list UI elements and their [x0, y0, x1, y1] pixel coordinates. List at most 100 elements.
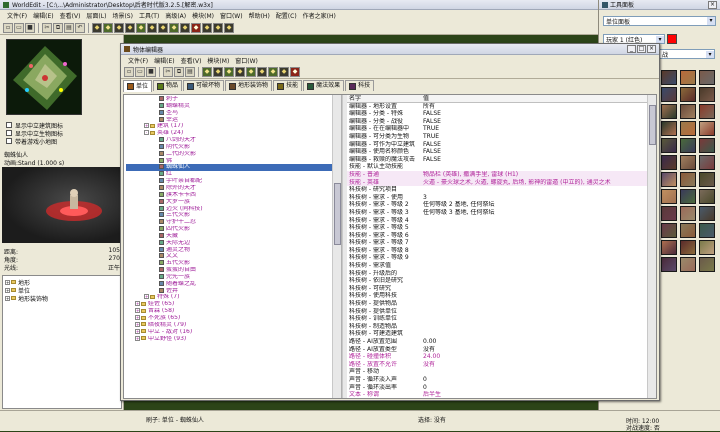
palette-type-select[interactable]: 单位面板 ▾ — [603, 16, 716, 26]
expand-icon[interactable]: + — [144, 123, 149, 129]
property-row[interactable]: 编辑器 - 在在编辑器中 TRUE — [347, 125, 647, 133]
trigger-editor-icon[interactable]: ◆ — [213, 66, 223, 77]
oe-menu-item[interactable]: 模块(M) — [204, 56, 232, 65]
property-row[interactable]: 技能 - 普通 物品栏 (英雄), 撒满手里, 雷球 (H1) — [347, 170, 647, 179]
object-tree-item[interactable]: 迈火 (同科技) — [126, 205, 332, 213]
minimize-button[interactable]: _ — [627, 45, 636, 53]
object-tree-item[interactable]: 阴代火影 — [126, 143, 332, 151]
object-editor-icon[interactable]: ◆ — [235, 66, 245, 77]
property-row[interactable]: 编辑器 - 分类 - 战役 FALSE — [347, 118, 647, 126]
menu-item[interactable]: 高级(A) — [162, 11, 189, 20]
unit-tile[interactable] — [680, 70, 696, 85]
object-tree-item[interactable]: 三代火影 — [126, 212, 332, 219]
unit-tile[interactable] — [699, 223, 715, 238]
object-tree-item[interactable]: + 晋森 (58) — [126, 308, 332, 315]
unit-tile[interactable] — [699, 104, 715, 119]
save-icon[interactable]: ■ — [25, 22, 35, 33]
property-row[interactable]: 科技树 - 需求值 — [347, 262, 647, 270]
menu-item[interactable]: 场景(S) — [109, 11, 136, 20]
unit-tile[interactable] — [680, 206, 696, 221]
unit-tile[interactable] — [699, 87, 715, 102]
oe-menu-item[interactable]: 编辑(E) — [151, 56, 177, 65]
property-row[interactable]: 科技树 - 制造物品 — [347, 323, 647, 331]
property-row[interactable]: 科技树 - 可研究 — [347, 285, 647, 293]
property-row[interactable]: 科技树 - 需求 - 等级 9 — [347, 254, 647, 262]
object-tree-item[interactable]: 文文 — [126, 253, 332, 260]
unit-tile[interactable] — [661, 223, 677, 238]
object-tree-item[interactable]: + 娃佐 (65) — [126, 301, 332, 308]
unit-tile[interactable] — [680, 257, 696, 272]
test-map-icon[interactable]: ◆ — [191, 22, 201, 33]
expand-icon[interactable]: + — [135, 308, 140, 314]
object-tree-item[interactable]: + 不死族 (65) — [126, 315, 332, 322]
checkbox-row[interactable]: 带着游戏小地图 — [6, 137, 63, 146]
tab-item[interactable]: 物品 — [153, 80, 183, 91]
object-tree-item[interactable]: 红 — [126, 171, 332, 178]
menu-item[interactable]: 查看(V) — [57, 11, 84, 20]
property-row[interactable]: 科技树 - 需求 - 等级 5 — [347, 224, 647, 232]
oe-menu-item[interactable]: 查看(V) — [178, 56, 205, 65]
unit-tile[interactable] — [661, 189, 677, 204]
unit-tile[interactable] — [680, 155, 696, 170]
ai-editor-icon[interactable]: ◆ — [158, 22, 168, 33]
object-tree-item[interactable]: + 暗夜精灵 (79) — [126, 321, 332, 329]
property-row[interactable]: 科技树 - 需求 - 等级 2 任何等级 2 基地, 任何祭坛 — [347, 201, 647, 209]
campaign-editor-icon[interactable]: ◆ — [147, 22, 157, 33]
checkbox[interactable] — [6, 138, 12, 144]
menu-item[interactable]: 编辑(E) — [30, 11, 56, 20]
unit-tile[interactable] — [661, 121, 677, 136]
close-button[interactable]: × — [647, 45, 656, 53]
cut-icon[interactable]: ✂ — [42, 22, 52, 33]
grid-scrollbar[interactable] — [647, 95, 656, 398]
unit-tile[interactable] — [661, 172, 677, 187]
property-row[interactable]: 科技树 - 提供单位 — [347, 308, 647, 316]
unit-tile[interactable] — [680, 223, 696, 238]
property-row[interactable]: 科技树 - 需求 - 等级 8 — [347, 247, 647, 255]
tree-scroll-thumb[interactable] — [334, 183, 341, 245]
menu-item[interactable]: 帮助(H) — [246, 11, 273, 20]
import-manager-icon[interactable]: ◆ — [180, 22, 190, 33]
unit-tile[interactable] — [699, 138, 715, 153]
unit-tile[interactable] — [699, 206, 715, 221]
terrain-editor-icon[interactable]: ◆ — [92, 22, 102, 33]
camera-tool-icon[interactable]: ◆ — [224, 22, 234, 33]
object-tree-item[interactable]: 天际无边 — [126, 239, 332, 247]
unit-tile[interactable] — [699, 172, 715, 187]
object-tree-item[interactable]: 佐井 — [126, 287, 332, 295]
menu-item[interactable]: 文件(F) — [4, 11, 30, 20]
cut-icon[interactable]: ✂ — [163, 66, 173, 77]
object-tree-item[interactable]: 天藏 — [126, 232, 332, 240]
property-row[interactable]: 声音 - 移动 — [347, 368, 647, 376]
unit-tile[interactable] — [661, 87, 677, 102]
ai-editor-icon[interactable]: ◆ — [257, 66, 267, 77]
undo-icon[interactable]: ↶ — [75, 22, 85, 33]
open-folder-icon[interactable]: ▭ — [135, 66, 145, 77]
copy-icon[interactable]: ⧉ — [174, 66, 184, 77]
object-tree-item[interactable]: 四代火影 — [126, 226, 332, 233]
expand-icon[interactable]: + — [135, 301, 140, 307]
property-row[interactable]: 编辑器 - 分类 - 特殊 FALSE — [347, 110, 647, 118]
tab-buff[interactable]: 魔法效果 — [303, 80, 345, 91]
property-row[interactable]: 科技树 - 可建造建筑 — [347, 330, 647, 338]
property-row[interactable]: 路径 - AI放置范围 0.00 — [347, 338, 647, 346]
expand-icon[interactable]: + — [135, 328, 140, 334]
menu-item[interactable]: 工具(T) — [136, 11, 162, 20]
property-row[interactable]: 科技树 - 需求 - 等级 7 — [347, 239, 647, 247]
paste-icon[interactable]: ▤ — [185, 66, 195, 77]
object-tree-item[interactable]: 幸运 — [126, 116, 332, 124]
unit-tile[interactable] — [699, 155, 715, 170]
object-tree-item[interactable]: + 中立 - 敌对 (16) — [126, 328, 332, 336]
expand-icon[interactable]: - — [144, 130, 149, 136]
unit-tile[interactable] — [699, 189, 715, 204]
test-map-icon[interactable]: ◆ — [290, 66, 300, 77]
property-row[interactable]: 科技树 - 需求 - 使用 3 — [347, 194, 647, 202]
player-color-swatch[interactable] — [667, 34, 677, 44]
object-editor-icon[interactable]: ◆ — [136, 22, 146, 33]
expand-icon[interactable]: + — [135, 315, 140, 320]
property-row[interactable]: 编辑器 - 地形设置 所有 — [347, 103, 647, 111]
object-tree-item[interactable]: + 中立野怪 (93) — [126, 335, 332, 343]
object-tree-item[interactable]: 圣鸟 — [126, 109, 332, 117]
grid-scroll-thumb[interactable] — [649, 105, 656, 145]
open-folder-icon[interactable]: ▭ — [14, 22, 24, 33]
unit-tile[interactable] — [699, 70, 715, 85]
